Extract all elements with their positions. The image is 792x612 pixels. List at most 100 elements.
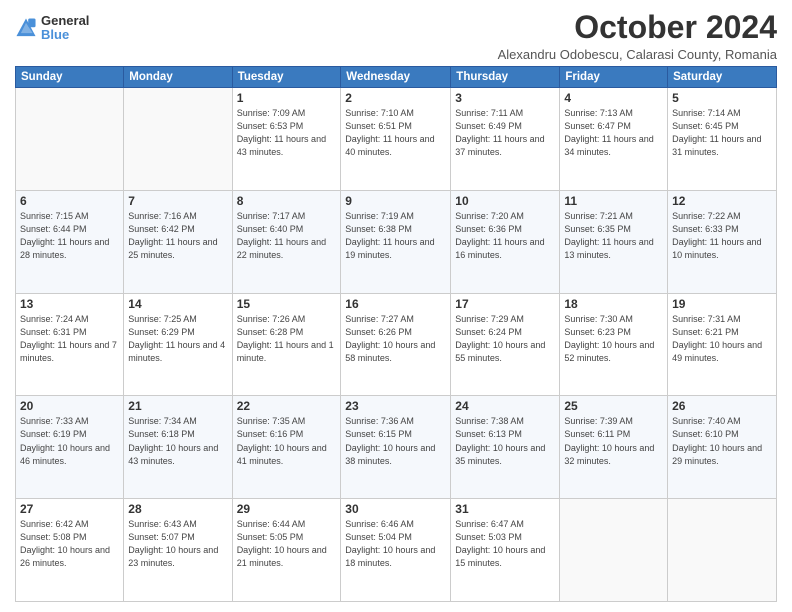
calendar-week-row: 27 Sunrise: 6:42 AM Sunset: 5:08 PM Dayli…: [16, 499, 777, 602]
table-row: 17 Sunrise: 7:29 AM Sunset: 6:24 PM Dayli…: [451, 293, 560, 396]
day-number: 30: [345, 502, 446, 516]
day-info: Sunrise: 6:47 AM Sunset: 5:03 PM Dayligh…: [455, 518, 555, 570]
day-info: Sunrise: 7:33 AM Sunset: 6:19 PM Dayligh…: [20, 415, 119, 467]
day-number: 27: [20, 502, 119, 516]
calendar-table: Sunday Monday Tuesday Wednesday Thursday…: [15, 66, 777, 602]
logo-general-text: General: [41, 14, 89, 28]
day-info: Sunrise: 7:10 AM Sunset: 6:51 PM Dayligh…: [345, 107, 446, 159]
day-info: Sunrise: 6:43 AM Sunset: 5:07 PM Dayligh…: [128, 518, 227, 570]
table-row: 11Sunrise: 7:21 AM Sunset: 6:35 PM Dayli…: [560, 190, 668, 293]
table-row: 26 Sunrise: 7:40 AM Sunset: 6:10 PM Dayli…: [668, 396, 777, 499]
table-row: 12 Sunrise: 7:22 AM Sunset: 6:33 PM Dayli…: [668, 190, 777, 293]
table-row: 21Sunrise: 7:34 AM Sunset: 6:18 PM Dayli…: [124, 396, 232, 499]
day-number: 4: [564, 91, 663, 105]
day-number: 28: [128, 502, 227, 516]
day-info: Sunrise: 6:46 AM Sunset: 5:04 PM Dayligh…: [345, 518, 446, 570]
day-number: 12: [672, 194, 772, 208]
day-number: 21: [128, 399, 227, 413]
day-info: Sunrise: 7:15 AM Sunset: 6:44 PM Dayligh…: [20, 210, 119, 262]
day-number: 13: [20, 297, 119, 311]
day-number: 22: [237, 399, 337, 413]
day-info: Sunrise: 7:22 AM Sunset: 6:33 PM Dayligh…: [672, 210, 772, 262]
table-row: 29Sunrise: 6:44 AM Sunset: 5:05 PM Dayli…: [232, 499, 341, 602]
day-info: Sunrise: 7:16 AM Sunset: 6:42 PM Dayligh…: [128, 210, 227, 262]
table-row: 20 Sunrise: 7:33 AM Sunset: 6:19 PM Dayli…: [16, 396, 124, 499]
table-row: [560, 499, 668, 602]
day-number: 6: [20, 194, 119, 208]
day-info: Sunrise: 7:35 AM Sunset: 6:16 PM Dayligh…: [237, 415, 337, 467]
day-info: Sunrise: 7:17 AM Sunset: 6:40 PM Dayligh…: [237, 210, 337, 262]
col-tuesday: Tuesday: [232, 67, 341, 88]
day-info: Sunrise: 7:20 AM Sunset: 6:36 PM Dayligh…: [455, 210, 555, 262]
day-number: 20: [20, 399, 119, 413]
table-row: 14 Sunrise: 7:25 AM Sunset: 6:29 PM Dayli…: [124, 293, 232, 396]
location-text: Alexandru Odobescu, Calarasi County, Rom…: [498, 47, 777, 62]
table-row: 22 Sunrise: 7:35 AM Sunset: 6:16 PM Dayli…: [232, 396, 341, 499]
logo-text: General Blue: [41, 14, 89, 43]
day-info: Sunrise: 7:31 AM Sunset: 6:21 PM Dayligh…: [672, 313, 772, 365]
table-row: 23Sunrise: 7:36 AM Sunset: 6:15 PM Dayli…: [341, 396, 451, 499]
day-number: 3: [455, 91, 555, 105]
table-row: 15Sunrise: 7:26 AM Sunset: 6:28 PM Dayli…: [232, 293, 341, 396]
col-thursday: Thursday: [451, 67, 560, 88]
day-number: 26: [672, 399, 772, 413]
day-info: Sunrise: 6:44 AM Sunset: 5:05 PM Dayligh…: [237, 518, 337, 570]
table-row: 24Sunrise: 7:38 AM Sunset: 6:13 PM Dayli…: [451, 396, 560, 499]
table-row: 4 Sunrise: 7:13 AM Sunset: 6:47 PM Daylig…: [560, 88, 668, 191]
day-number: 14: [128, 297, 227, 311]
day-info: Sunrise: 7:26 AM Sunset: 6:28 PM Dayligh…: [237, 313, 337, 365]
page: General Blue October 2024 Alexandru Odob…: [0, 0, 792, 612]
logo: General Blue: [15, 14, 89, 43]
day-number: 2: [345, 91, 446, 105]
table-row: 6 Sunrise: 7:15 AM Sunset: 6:44 PM Daylig…: [16, 190, 124, 293]
table-row: 18 Sunrise: 7:30 AM Sunset: 6:23 PM Dayli…: [560, 293, 668, 396]
table-row: 13 Sunrise: 7:24 AM Sunset: 6:31 PM Dayli…: [16, 293, 124, 396]
day-info: Sunrise: 7:14 AM Sunset: 6:45 PM Dayligh…: [672, 107, 772, 159]
day-info: Sunrise: 7:30 AM Sunset: 6:23 PM Dayligh…: [564, 313, 663, 365]
table-row: [16, 88, 124, 191]
table-row: [668, 499, 777, 602]
calendar-header-row: Sunday Monday Tuesday Wednesday Thursday…: [16, 67, 777, 88]
day-info: Sunrise: 7:09 AM Sunset: 6:53 PM Dayligh…: [237, 107, 337, 159]
day-info: Sunrise: 7:40 AM Sunset: 6:10 PM Dayligh…: [672, 415, 772, 467]
day-number: 19: [672, 297, 772, 311]
day-info: Sunrise: 7:25 AM Sunset: 6:29 PM Dayligh…: [128, 313, 227, 365]
table-row: 1Sunrise: 7:09 AM Sunset: 6:53 PM Daylig…: [232, 88, 341, 191]
day-number: 25: [564, 399, 663, 413]
logo-blue-text: Blue: [41, 28, 89, 42]
title-section: October 2024 Alexandru Odobescu, Calaras…: [498, 10, 777, 62]
col-monday: Monday: [124, 67, 232, 88]
day-number: 10: [455, 194, 555, 208]
table-row: 30 Sunrise: 6:46 AM Sunset: 5:04 PM Dayli…: [341, 499, 451, 602]
day-info: Sunrise: 7:24 AM Sunset: 6:31 PM Dayligh…: [20, 313, 119, 365]
month-title: October 2024: [498, 10, 777, 45]
day-number: 17: [455, 297, 555, 311]
day-number: 11: [564, 194, 663, 208]
day-info: Sunrise: 7:13 AM Sunset: 6:47 PM Dayligh…: [564, 107, 663, 159]
table-row: 31 Sunrise: 6:47 AM Sunset: 5:03 PM Dayli…: [451, 499, 560, 602]
calendar-week-row: 6 Sunrise: 7:15 AM Sunset: 6:44 PM Daylig…: [16, 190, 777, 293]
table-row: 27 Sunrise: 6:42 AM Sunset: 5:08 PM Dayli…: [16, 499, 124, 602]
table-row: 2 Sunrise: 7:10 AM Sunset: 6:51 PM Daylig…: [341, 88, 451, 191]
day-info: Sunrise: 7:11 AM Sunset: 6:49 PM Dayligh…: [455, 107, 555, 159]
day-number: 8: [237, 194, 337, 208]
day-number: 23: [345, 399, 446, 413]
calendar-week-row: 1Sunrise: 7:09 AM Sunset: 6:53 PM Daylig…: [16, 88, 777, 191]
table-row: 5Sunrise: 7:14 AM Sunset: 6:45 PM Daylig…: [668, 88, 777, 191]
table-row: 7Sunrise: 7:16 AM Sunset: 6:42 PM Daylig…: [124, 190, 232, 293]
table-row: 10 Sunrise: 7:20 AM Sunset: 6:36 PM Dayli…: [451, 190, 560, 293]
calendar-week-row: 20 Sunrise: 7:33 AM Sunset: 6:19 PM Dayli…: [16, 396, 777, 499]
col-friday: Friday: [560, 67, 668, 88]
day-info: Sunrise: 7:29 AM Sunset: 6:24 PM Dayligh…: [455, 313, 555, 365]
logo-icon: [15, 17, 37, 39]
table-row: 9Sunrise: 7:19 AM Sunset: 6:38 PM Daylig…: [341, 190, 451, 293]
day-number: 18: [564, 297, 663, 311]
table-row: [124, 88, 232, 191]
header: General Blue October 2024 Alexandru Odob…: [15, 10, 777, 62]
day-info: Sunrise: 7:27 AM Sunset: 6:26 PM Dayligh…: [345, 313, 446, 365]
table-row: 28 Sunrise: 6:43 AM Sunset: 5:07 PM Dayli…: [124, 499, 232, 602]
day-number: 31: [455, 502, 555, 516]
table-row: 3 Sunrise: 7:11 AM Sunset: 6:49 PM Daylig…: [451, 88, 560, 191]
day-info: Sunrise: 6:42 AM Sunset: 5:08 PM Dayligh…: [20, 518, 119, 570]
col-saturday: Saturday: [668, 67, 777, 88]
